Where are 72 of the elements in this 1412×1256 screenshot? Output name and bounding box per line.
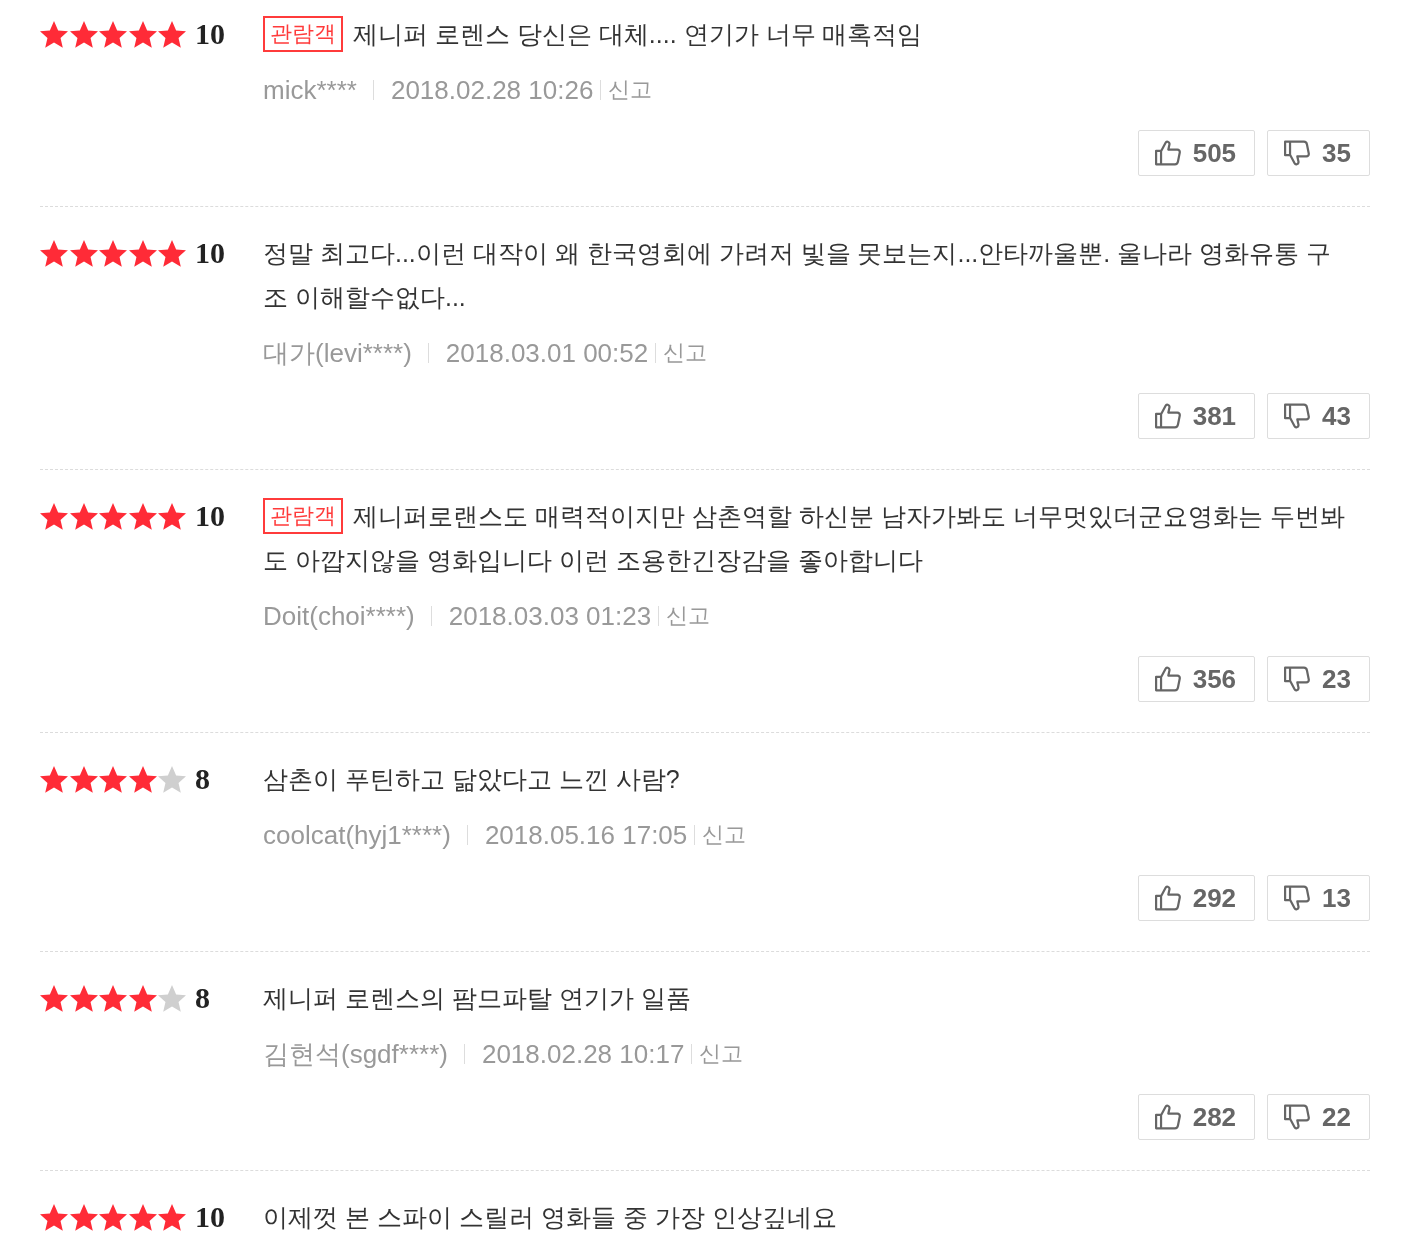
rating-score: 8 — [195, 764, 210, 794]
review-text: 이제껏 본 스파이 스릴러 영화들 중 가장 인상깊네요 — [263, 1202, 838, 1233]
star-icon — [128, 239, 157, 267]
thumbs-up-icon — [1154, 140, 1181, 166]
star-icon — [69, 1203, 98, 1231]
author-name: Doit(choi****) — [263, 600, 415, 632]
author-name: 김현석(sgdf****) — [263, 1037, 448, 1071]
thumbs-up-icon — [1154, 885, 1181, 911]
star-icon — [69, 984, 98, 1012]
thumbs-down-icon — [1284, 666, 1311, 692]
review-text: 관람객 제니퍼 로렌스 당신은 대체.... 연기가 너무 매혹적임 — [263, 12, 1347, 56]
viewer-badge: 관람객 — [263, 16, 343, 52]
star-icon — [99, 502, 127, 530]
rating-score: 8 — [195, 983, 210, 1013]
like-button[interactable]: 505 — [1137, 130, 1256, 176]
thumbs-down-icon — [1284, 403, 1311, 429]
author-name: mick**** — [263, 74, 357, 106]
star-icon — [128, 502, 157, 530]
author-name: 대가(levi****) — [263, 336, 412, 370]
star-icon — [158, 239, 186, 267]
star-icon — [158, 20, 186, 48]
star-icon — [99, 765, 127, 793]
thumbs-up-icon — [1154, 403, 1181, 429]
thumbs-up-icon — [1154, 1104, 1181, 1130]
like-button[interactable]: 356 — [1137, 656, 1256, 702]
star-icon — [40, 1203, 68, 1231]
like-button[interactable]: 292 — [1137, 875, 1256, 921]
review-date: 2018.02.28 10:17 — [481, 1038, 685, 1070]
like-button[interactable]: 282 — [1137, 1094, 1256, 1140]
thumbs-down-icon — [1284, 140, 1311, 166]
thumbs-up-icon — [1154, 666, 1181, 692]
star-icon — [128, 984, 157, 1012]
thumbs-down-icon — [1284, 885, 1311, 911]
rating-score: 10 — [195, 19, 225, 49]
dislike-button[interactable]: 22 — [1267, 1094, 1370, 1140]
like-button[interactable]: 381 — [1137, 393, 1256, 439]
rating-score: 10 — [195, 1202, 225, 1232]
review-date: 2018.05.16 17:05 — [484, 819, 688, 851]
dislike-button[interactable]: 13 — [1267, 875, 1370, 921]
star-icon — [69, 20, 98, 48]
review-text: 정말 최고다...이런 대작이 왜 한국영회에 가려저 빛을 못보는지...안타까울뿐. 울나라 영화유통 구조 이해할수없다... — [263, 238, 1333, 313]
dislike-button[interactable]: 43 — [1267, 393, 1370, 439]
review-text: 삼촌이 푸틴하고 닮았다고 느낀 사람? — [263, 764, 681, 795]
review-date: 2018.02.28 10:26 — [390, 74, 594, 106]
viewer-badge: 관람객 — [263, 498, 343, 534]
star-icon — [40, 239, 68, 267]
review-date: 2018.03.01 00:52 — [445, 337, 649, 369]
star-icon — [128, 20, 157, 48]
dislike-button[interactable]: 35 — [1267, 130, 1370, 176]
star-icon — [40, 765, 68, 793]
rating-score: 10 — [195, 501, 225, 531]
review-date: 2018.03.03 01:23 — [448, 600, 652, 632]
star-icon — [69, 502, 98, 530]
review-text: 제니퍼 로렌스의 팜므파탈 연기가 일품 — [263, 983, 692, 1014]
rating-score: 10 — [195, 238, 225, 268]
star-icon — [128, 765, 157, 793]
star-icon — [40, 502, 68, 530]
star-icon — [158, 502, 186, 530]
thumbs-down-icon — [1284, 1104, 1311, 1130]
star-icon — [69, 765, 98, 793]
author-name: coolcat(hyj1****) — [263, 819, 451, 851]
star-icon — [99, 20, 127, 48]
star-icon — [99, 984, 127, 1012]
star-icon — [69, 239, 98, 267]
star-icon — [158, 1203, 186, 1231]
dislike-button[interactable]: 23 — [1267, 656, 1370, 702]
review-text: 관람객 제니퍼로랜스도 매력적이지만 삼촌역할 하신분 남자가봐도 너무멋있더군요영화는 두번봐도 아깝지않을 영화입니다 이런 조용한긴장감을 좋아합니다 — [263, 494, 1347, 582]
star-icon — [128, 1203, 157, 1231]
star-icon — [99, 1203, 127, 1231]
star-icon — [40, 20, 68, 48]
star-icon — [99, 239, 127, 267]
star-icon — [40, 984, 68, 1012]
